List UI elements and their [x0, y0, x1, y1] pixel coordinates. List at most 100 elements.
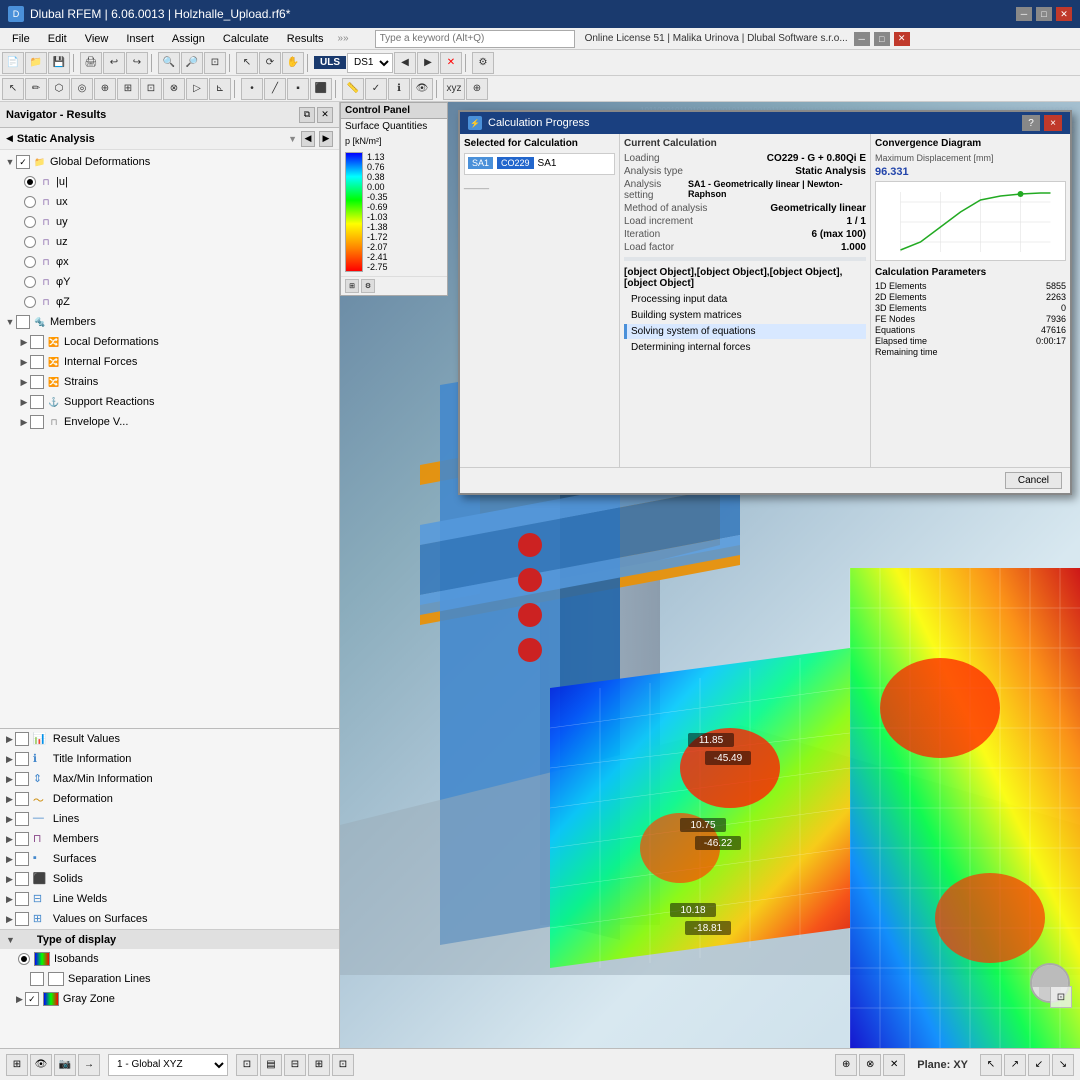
minimize-button[interactable]: ─ [1016, 7, 1032, 21]
members-expand-icon[interactable]: ▼ [4, 317, 16, 327]
nbi-linewelds[interactable]: ▶ ⊟ Line Welds [0, 889, 339, 909]
tree-strains[interactable]: ▶ 🔀 Strains [0, 372, 339, 392]
status-tb5-button[interactable]: ⊡ [332, 1054, 354, 1076]
tb2-btn5[interactable]: ⊕ [94, 78, 116, 100]
isobands-radio[interactable] [18, 953, 30, 965]
dialog-close-button[interactable]: × [1044, 115, 1062, 131]
def-check[interactable] [15, 792, 29, 806]
tb2-btn2[interactable]: ✏ [25, 78, 47, 100]
checkbox-envelope[interactable] [30, 415, 44, 429]
tree-u-abs[interactable]: ⊓ |u| [0, 172, 339, 192]
checkbox-global-def[interactable] [16, 155, 30, 169]
radio-ux[interactable] [24, 196, 36, 208]
tb2-3d-btn[interactable]: ⬛ [310, 78, 332, 100]
envelope-expand[interactable]: ▶ [18, 417, 30, 428]
tree-uz[interactable]: ⊓ uz [0, 232, 339, 252]
status-nav2-button[interactable]: ↗ [1004, 1054, 1026, 1076]
tree-support-reactions[interactable]: ▶ ⚓ Support Reactions [0, 392, 339, 412]
nav-restore-button[interactable]: ⧉ [299, 107, 315, 123]
tree-ux[interactable]: ⊓ ux [0, 192, 339, 212]
print-button[interactable]: 🖨 [80, 52, 102, 74]
nbi-title-info[interactable]: ▶ ℹ Title Information [0, 749, 339, 769]
settings-button[interactable]: ⚙ [472, 52, 494, 74]
nbi-result-values[interactable]: ▶ 📊 Result Values [0, 729, 339, 749]
type-display-arrow[interactable]: ▼ [6, 935, 15, 945]
select-button[interactable]: ↖ [236, 52, 258, 74]
redo-button[interactable]: ↪ [126, 52, 148, 74]
solids-check[interactable] [15, 872, 29, 886]
tb2-node-btn[interactable]: • [241, 78, 263, 100]
inner-maximize-button[interactable]: □ [874, 32, 890, 46]
menu-calculate[interactable]: Calculate [215, 31, 277, 47]
nav-close-button[interactable]: ✕ [317, 107, 333, 123]
nbi-type-display-header[interactable]: ▼ Type of display [0, 929, 339, 949]
welds-check[interactable] [15, 892, 29, 906]
mm-check[interactable] [15, 772, 29, 786]
radio-phiz[interactable] [24, 296, 36, 308]
view-selector[interactable]: 1 - Global XYZ [108, 1054, 228, 1076]
cp-settings-button[interactable]: ⚙ [361, 279, 375, 293]
nav-prev-button[interactable]: ◀ [301, 131, 315, 147]
status-tb4-button[interactable]: ⊞ [308, 1054, 330, 1076]
status-eye-button[interactable]: 👁 [30, 1054, 52, 1076]
menu-results[interactable]: Results [279, 31, 332, 47]
status-r1-button[interactable]: ⊕ [835, 1054, 857, 1076]
tb2-measure-btn[interactable]: 📏 [342, 78, 364, 100]
tb2-xyz-btn[interactable]: xyz [443, 78, 465, 100]
sep-lines-check[interactable] [30, 972, 44, 986]
strains-expand[interactable]: ▶ [18, 377, 30, 388]
status-nav4-button[interactable]: ↘ [1052, 1054, 1074, 1076]
tb2-btn1[interactable]: ↖ [2, 78, 24, 100]
checkbox-local-def[interactable] [30, 335, 44, 349]
tb2-btn3[interactable]: ⬡ [48, 78, 70, 100]
internal-forces-expand[interactable]: ▶ [18, 357, 30, 368]
status-nav1-button[interactable]: ↖ [980, 1054, 1002, 1076]
tb2-view-btn[interactable]: 👁 [411, 78, 433, 100]
vals-check[interactable] [15, 912, 29, 926]
status-tb3-button[interactable]: ⊟ [284, 1054, 306, 1076]
nbi-gray-zone[interactable]: ▶ Gray Zone [0, 989, 339, 1009]
static-collapse-arrow[interactable]: ◀ [6, 133, 13, 144]
close-button[interactable]: ✕ [1056, 7, 1072, 21]
inner-minimize-button[interactable]: ─ [854, 32, 870, 46]
rotate-button[interactable]: ⟳ [259, 52, 281, 74]
surfaces-check[interactable] [15, 852, 29, 866]
open-button[interactable]: 📁 [25, 52, 47, 74]
zoom-fit-3d-button[interactable]: ⊡ [1050, 986, 1072, 1008]
tb2-btn6[interactable]: ⊞ [117, 78, 139, 100]
cancel-button[interactable]: Cancel [1005, 472, 1062, 489]
cp-expand-button[interactable]: ⊞ [345, 279, 359, 293]
status-r3-button[interactable]: ✕ [883, 1054, 905, 1076]
tree-global-deformations[interactable]: ▼ 📁 Global Deformations [0, 152, 339, 172]
tb2-axis-btn[interactable]: ⊕ [466, 78, 488, 100]
radio-uy[interactable] [24, 216, 36, 228]
tree-envelope[interactable]: ▶ ⊓ Envelope V... [0, 412, 339, 432]
undo-button[interactable]: ↩ [103, 52, 125, 74]
tree-members[interactable]: ▼ 🔩 Members [0, 312, 339, 332]
stop-button[interactable]: ✕ [440, 52, 462, 74]
expand-icon[interactable]: ▼ [4, 157, 16, 167]
radio-uz[interactable] [24, 236, 36, 248]
status-tb2-button[interactable]: ▤ [260, 1054, 282, 1076]
tb2-line-btn[interactable]: ╱ [264, 78, 286, 100]
menu-assign[interactable]: Assign [164, 31, 213, 47]
checkbox-internal-forces[interactable] [30, 355, 44, 369]
tree-uy[interactable]: ⊓ uy [0, 212, 339, 232]
fit-view-button[interactable]: ⊡ [204, 52, 226, 74]
status-nav3-button[interactable]: ↙ [1028, 1054, 1050, 1076]
status-grid-button[interactable]: ⊞ [6, 1054, 28, 1076]
nbi-separation-lines[interactable]: Separation Lines [0, 969, 339, 989]
menu-view[interactable]: View [77, 31, 117, 47]
radio-phix[interactable] [24, 256, 36, 268]
save-button[interactable]: 💾 [48, 52, 70, 74]
rv-check[interactable] [15, 732, 29, 746]
nbi-lines[interactable]: ▶ — Lines [0, 809, 339, 829]
tb2-btn4[interactable]: ◎ [71, 78, 93, 100]
lines-check[interactable] [15, 812, 29, 826]
tb2-check-btn[interactable]: ✓ [365, 78, 387, 100]
nbi-maxmin-info[interactable]: ▶ ⇕ Max/Min Information [0, 769, 339, 789]
ds-selector[interactable]: DS1 [347, 53, 393, 73]
nbi-solids[interactable]: ▶ ⬛ Solids [0, 869, 339, 889]
maximize-button[interactable]: □ [1036, 7, 1052, 21]
inner-close-button[interactable]: ✕ [894, 32, 910, 46]
